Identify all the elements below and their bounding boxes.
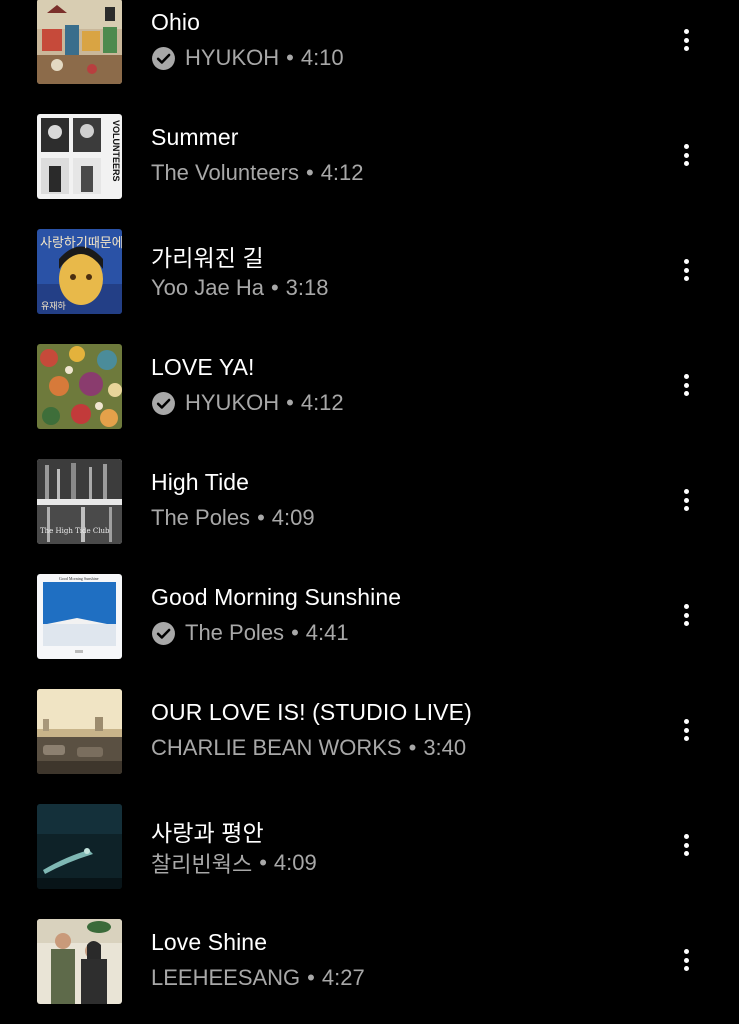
artist-name: CHARLIE BEAN WORKS <box>151 735 402 760</box>
song-title: Summer <box>151 124 239 150</box>
more-options-icon[interactable] <box>672 485 700 515</box>
song-duration: 4:10 <box>300 45 344 70</box>
album-art[interactable] <box>37 804 122 889</box>
song-duration: 4:12 <box>300 390 344 415</box>
song-title: LOVE YA! <box>151 354 255 380</box>
song-row[interactable]: OUR LOVE IS! (STUDIO LIVE) CHARLIE BEAN … <box>0 675 739 790</box>
artist-name: The Volunteers <box>151 160 299 185</box>
artist-name: LEEHEESANG <box>151 965 301 990</box>
album-art[interactable] <box>37 344 122 429</box>
separator-dot: • <box>286 45 294 70</box>
svg-text:Good Morning Sunshine: Good Morning Sunshine <box>59 576 99 581</box>
album-art[interactable]: VOLUNTEERS <box>37 114 122 199</box>
svg-text:사랑하기때문에: 사랑하기때문에 <box>40 236 122 251</box>
song-duration: 4:09 <box>273 850 317 875</box>
song-subtitle: CHARLIE BEAN WORKS • 3:40 <box>151 733 466 763</box>
song-row[interactable]: VOLUNTEERS Summer The Volunteers • 4:12 <box>0 100 739 215</box>
artist-name: 찰리빈웍스 <box>151 852 253 877</box>
more-options-icon[interactable] <box>672 715 700 745</box>
separator-dot: • <box>259 850 267 875</box>
more-options-icon[interactable] <box>672 255 700 285</box>
album-art[interactable] <box>37 689 122 774</box>
more-options-icon[interactable] <box>672 370 700 400</box>
artist-name: HYUKOH <box>185 390 280 415</box>
svg-text:유재하: 유재하 <box>41 301 67 312</box>
more-options-icon[interactable] <box>672 140 700 170</box>
artist-name: The Poles <box>185 620 285 645</box>
more-options-icon[interactable] <box>672 25 700 55</box>
song-row[interactable]: 사랑과 평안 찰리빈웍스 • 4:09 <box>0 790 739 905</box>
album-art[interactable]: 사랑하기때문에유재하 <box>37 229 122 314</box>
artist-name: HYUKOH <box>185 45 280 70</box>
song-title: High Tide <box>151 469 250 495</box>
song-row[interactable]: The High Tide Club High Tide The Poles •… <box>0 445 739 560</box>
artist-name: The Poles <box>151 505 251 530</box>
separator-dot: • <box>270 275 279 300</box>
album-art[interactable]: Good Morning Sunshine <box>37 574 122 659</box>
song-subtitle: HYUKOH • 4:10 <box>151 43 344 73</box>
song-title: OUR LOVE IS! (STUDIO LIVE) <box>151 699 472 725</box>
song-duration: 4:09 <box>271 505 315 530</box>
song-duration: 3:18 <box>285 275 329 300</box>
more-options-icon[interactable] <box>672 945 700 975</box>
verified-icon <box>152 391 175 415</box>
song-title: 가리워진 길 <box>151 245 264 271</box>
song-subtitle: 찰리빈웍스 • 4:09 <box>151 848 317 878</box>
song-subtitle: LEEHEESANG • 4:27 <box>151 963 365 993</box>
song-row[interactable]: LOVE YA! HYUKOH • 4:12 <box>0 330 739 445</box>
song-list: Ohio HYUKOH • 4:10 VOLUNTEERS Summer The… <box>0 0 739 1024</box>
song-duration: 4:27 <box>321 965 365 990</box>
album-art[interactable] <box>37 919 122 1004</box>
separator-dot: • <box>257 505 265 530</box>
song-title: 사랑과 평안 <box>151 820 264 846</box>
more-options-icon[interactable] <box>672 830 700 860</box>
album-art[interactable] <box>37 0 122 84</box>
song-row[interactable]: Good Morning Sunshine Good Morning Sunsh… <box>0 560 739 675</box>
song-row[interactable]: 사랑하기때문에유재하 가리워진 길 Yoo Jae Ha • 3:18 <box>0 215 739 330</box>
song-title: Good Morning Sunshine <box>151 584 402 610</box>
verified-icon <box>152 621 175 645</box>
song-subtitle: The Poles • 4:09 <box>151 503 315 533</box>
song-title: Ohio <box>151 9 200 35</box>
song-subtitle: The Poles • 4:41 <box>151 618 349 648</box>
song-duration: 4:41 <box>305 620 349 645</box>
song-row[interactable]: Love Shine LEEHEESANG • 4:27 <box>0 905 739 1020</box>
verified-icon <box>152 46 175 70</box>
song-duration: 4:12 <box>320 160 364 185</box>
more-options-icon[interactable] <box>672 600 700 630</box>
separator-dot: • <box>291 620 299 645</box>
song-duration: 3:40 <box>423 735 467 760</box>
song-title: Love Shine <box>151 929 268 955</box>
song-subtitle: HYUKOH • 4:12 <box>151 388 344 418</box>
separator-dot: • <box>408 735 417 760</box>
song-row[interactable]: Ohio HYUKOH • 4:10 <box>0 0 739 100</box>
artist-name: Yoo Jae Ha <box>151 275 264 300</box>
separator-dot: • <box>286 390 294 415</box>
svg-text:The High Tide Club: The High Tide Club <box>40 527 110 535</box>
song-subtitle: Yoo Jae Ha • 3:18 <box>151 273 328 303</box>
album-art[interactable]: The High Tide Club <box>37 459 122 544</box>
separator-dot: • <box>307 965 315 990</box>
song-subtitle: The Volunteers • 4:12 <box>151 158 364 188</box>
separator-dot: • <box>305 160 314 185</box>
svg-text:VOLUNTEERS: VOLUNTEERS <box>111 120 121 182</box>
